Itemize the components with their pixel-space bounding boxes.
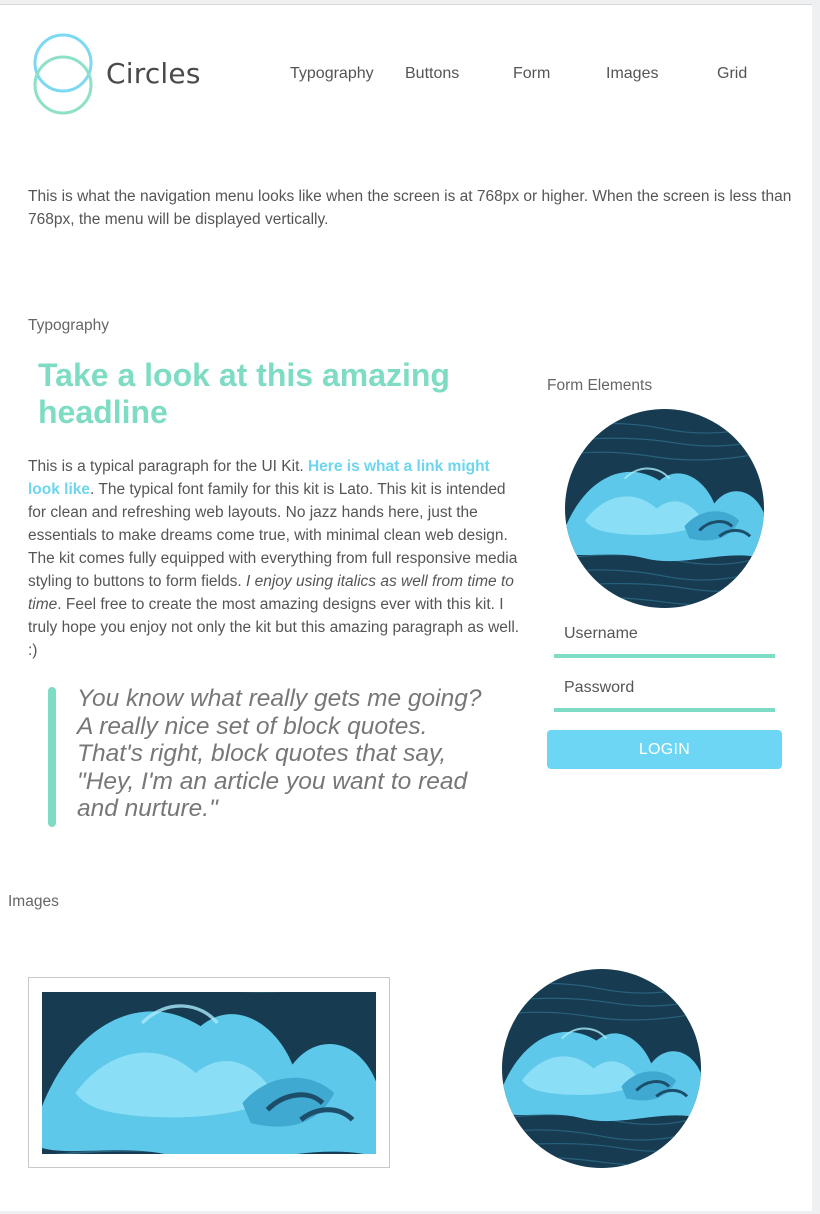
window-edge — [812, 0, 820, 1214]
nav-item-form[interactable]: Form — [513, 65, 550, 83]
password-field[interactable] — [554, 668, 775, 712]
images-section-label: Images — [8, 893, 59, 910]
blockquote-bar — [48, 687, 56, 827]
round-image — [502, 969, 701, 1168]
headline: Take a look at this amazing headline — [38, 357, 450, 430]
nav-item-buttons[interactable]: Buttons — [405, 65, 459, 83]
blockquote: You know what really gets me going? A re… — [77, 685, 482, 822]
brand-name[interactable]: Circles — [106, 57, 201, 90]
nav-item-typography[interactable]: Typography — [290, 65, 374, 83]
page: Circles Typography Buttons Form Images G… — [0, 4, 812, 1211]
paragraph-text-1: This is a typical paragraph for the UI K… — [28, 458, 308, 475]
login-button[interactable]: LOGIN — [547, 730, 782, 769]
username-field[interactable] — [554, 614, 775, 658]
logo-icon[interactable] — [32, 33, 94, 117]
nav-item-images[interactable]: Images — [606, 65, 658, 83]
nav-item-grid[interactable]: Grid — [717, 65, 747, 83]
form-circle-image — [565, 409, 764, 608]
framed-image — [28, 977, 390, 1168]
username-input[interactable] — [554, 614, 775, 654]
intro-text: This is what the navigation menu looks l… — [28, 188, 792, 228]
form-section-label: Form Elements — [547, 377, 653, 394]
rectangle-image — [42, 992, 376, 1154]
password-input[interactable] — [554, 668, 775, 708]
typical-paragraph: This is a typical paragraph for the UI K… — [28, 455, 523, 662]
typography-section-label: Typography — [28, 317, 109, 334]
paragraph-text-3: . Feel free to create the most amazing d… — [28, 596, 520, 659]
